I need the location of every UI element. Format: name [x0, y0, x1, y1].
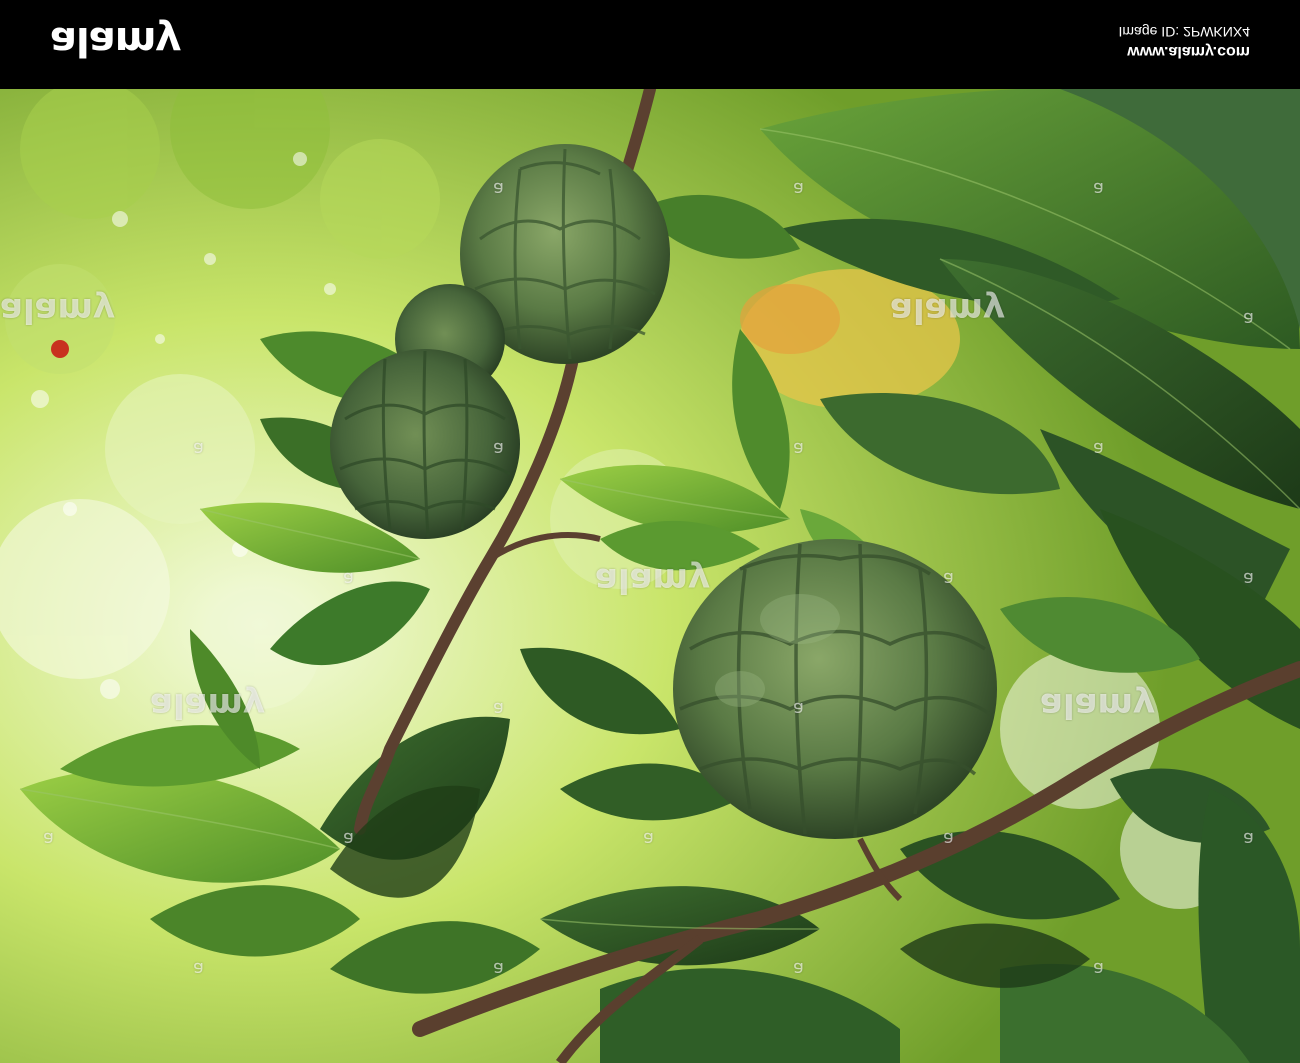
watermark-mark: a [1093, 178, 1105, 199]
stock-photo-page: alamy www.alamy.com Image ID: 2PWKNX4 al… [0, 0, 1300, 1063]
watermark-mark: a [43, 828, 55, 849]
watermark-mark: a [643, 828, 655, 849]
watermark-mark: a [493, 178, 505, 199]
watermark-mark: a [1093, 958, 1105, 979]
watermark-mark: a [793, 438, 805, 459]
watermark-mark: a [1243, 828, 1255, 849]
watermark-mark: a [193, 958, 205, 979]
watermark-mark: a [343, 568, 355, 589]
watermark-mark: a [943, 828, 955, 849]
watermark-tile: alamy [1040, 685, 1156, 725]
site-url: www.alamy.com [1127, 43, 1250, 60]
watermark-mark: a [493, 698, 505, 719]
watermark-tile: alamy [0, 290, 116, 330]
watermark-mark: a [493, 438, 505, 459]
watermark-mark: a [193, 438, 205, 459]
watermark-mark: a [943, 568, 955, 589]
image-id: Image ID: 2PWKNX4 [1118, 24, 1251, 40]
watermark-meta: www.alamy.com Image ID: 2PWKNX4 [1119, 24, 1251, 60]
watermark-mark: a [1243, 568, 1255, 589]
watermark-mark: a [793, 958, 805, 979]
watermark-tile: alamy [150, 685, 266, 725]
watermark-mark: a [1093, 438, 1105, 459]
watermark-mark: a [1243, 308, 1255, 329]
watermark-mark: a [793, 698, 805, 719]
watermark-tile: alamy [890, 290, 1006, 330]
alamy-logo: alamy [50, 18, 181, 64]
watermark-mark: a [493, 958, 505, 979]
watermark-mark: a [793, 178, 805, 199]
watermark-mark: a [343, 828, 355, 849]
watermark-banner: alamy www.alamy.com Image ID: 2PWKNX4 [0, 0, 1300, 89]
watermark-tile: alamy [595, 560, 711, 600]
